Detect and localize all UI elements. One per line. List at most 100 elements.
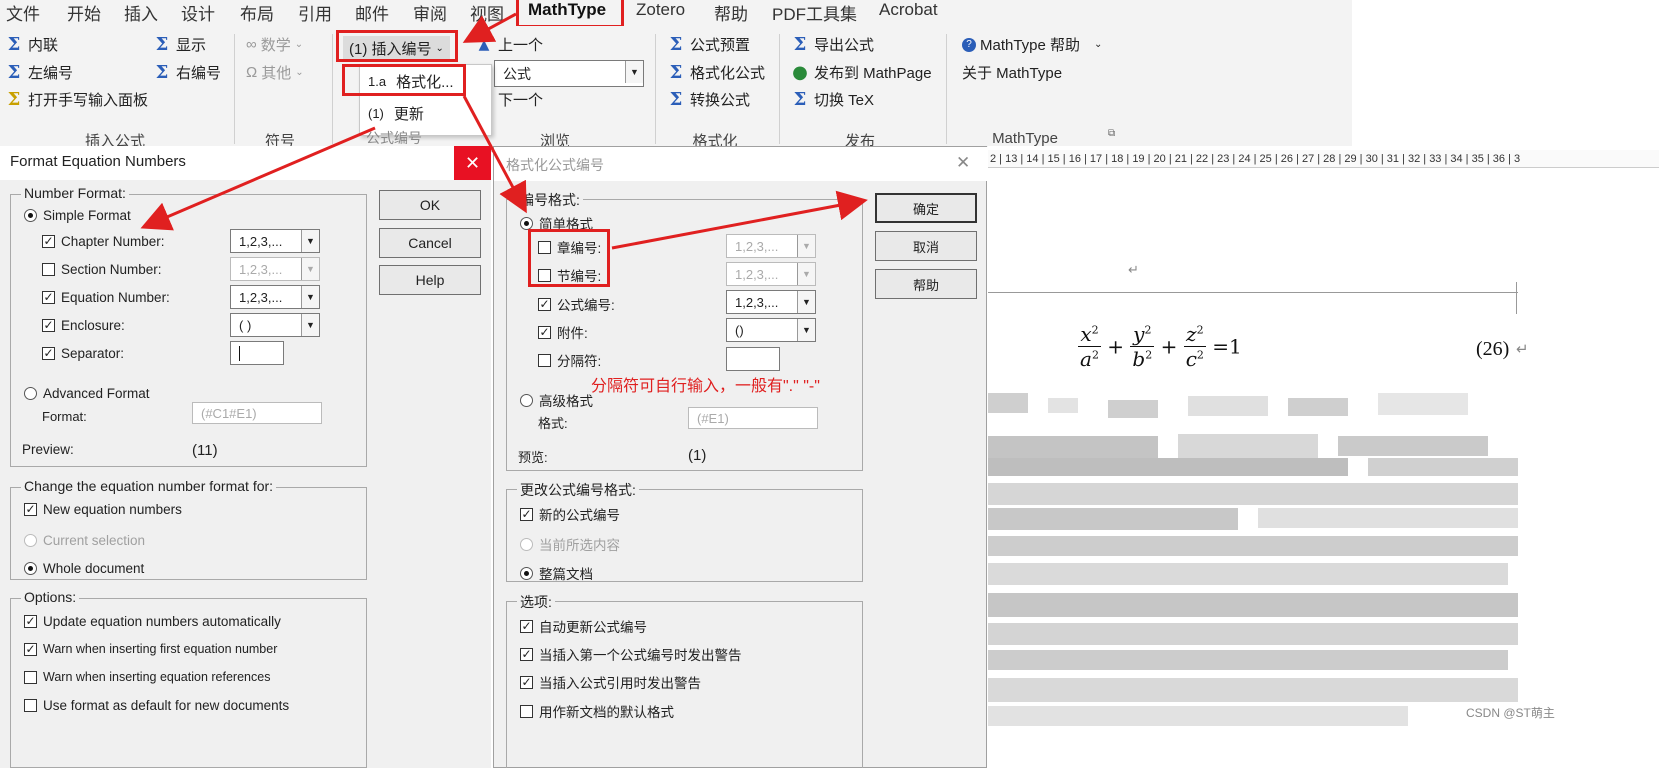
equation-number-select[interactable]: 1,2,3,... ▼ (230, 285, 320, 309)
whole-document-radio[interactable]: 整篇文档 (520, 563, 593, 583)
auto-update-checkbox[interactable]: ✓ 自动更新公式编号 (520, 616, 647, 636)
publish-mathpage-button[interactable]: ● 发布到 MathPage (790, 62, 931, 83)
handwriting-button[interactable]: Σ 打开手写输入面板 (4, 89, 148, 110)
enclosure-checkbox[interactable]: ✓ 附件: (538, 322, 588, 342)
presets-button[interactable]: Σ 公式预置 (666, 34, 750, 55)
equation-number-checkbox[interactable]: ✓ 公式编号: (538, 294, 615, 314)
advanced-format-radio[interactable]: 高级格式 (520, 390, 593, 410)
format-label: Format: (42, 409, 87, 424)
horizontal-ruler[interactable]: 2 | 13 | 14 | 15 | 16 | 17 | 18 | 19 | 2… (988, 150, 1659, 168)
tab-acrobat[interactable]: Acrobat (879, 0, 938, 20)
advanced-format-radio[interactable]: Advanced Format (24, 386, 150, 401)
margin-marker (1516, 282, 1517, 314)
mathtype-help-button[interactable]: ? MathType 帮助 ⌄ (962, 34, 1102, 55)
highlight-insert-number (336, 30, 458, 62)
cancel-button[interactable]: Cancel (379, 228, 481, 258)
other-symbols-button[interactable]: Ω 其他 ⌄ (246, 62, 304, 83)
tab-mailings[interactable]: 邮件 (355, 0, 389, 25)
tab-view[interactable]: 视图 (470, 0, 504, 25)
equation-number-select[interactable]: 1,2,3,... ▼ (726, 290, 816, 314)
tab-pdf-tools[interactable]: PDF工具集 (772, 0, 857, 25)
warn-first-checkbox[interactable]: ✓ 当插入第一个公式编号时发出警告 (520, 644, 742, 664)
highlight-mathtype-tab (516, 0, 624, 28)
tab-file[interactable]: 文件 (6, 0, 40, 25)
chapter-number-select[interactable]: 1,2,3,... ▼ (230, 229, 320, 253)
previous-button[interactable]: ▲ 上一个 (474, 34, 543, 55)
paragraph-mark: ↵ (1128, 262, 1139, 277)
tab-layout[interactable]: 布局 (240, 0, 274, 25)
format-equations-button[interactable]: Σ 格式化公式 (666, 62, 765, 83)
tab-home[interactable]: 开始 (67, 0, 101, 25)
math-symbols-button[interactable]: ∞ 数学 ⌄ (246, 34, 303, 55)
sigma-icon: Σ (155, 34, 169, 55)
convert-equations-button[interactable]: Σ 转换公式 (666, 89, 750, 110)
current-selection-radio[interactable]: Current selection (24, 533, 145, 548)
enclosure-select[interactable]: ( ) ▼ (230, 313, 320, 337)
whole-document-radio[interactable]: Whole document (24, 561, 144, 576)
dialog-launcher-icon[interactable]: ⧉ (1108, 128, 1115, 139)
close-icon[interactable]: ✕ (454, 146, 491, 180)
new-numbers-checkbox[interactable]: ✓ 新的公式编号 (520, 504, 620, 524)
tab-references[interactable]: 引用 (298, 0, 332, 25)
section-number-select[interactable]: 1,2,3,... ▼ (726, 262, 816, 286)
sigma-right-icon: Σ (155, 62, 169, 83)
auto-update-checkbox[interactable]: ✓ Update equation numbers automatically (24, 614, 281, 629)
infinity-icon: ∞ (246, 36, 257, 53)
tab-review[interactable]: 审阅 (413, 0, 447, 25)
help-button[interactable]: Help (379, 265, 481, 295)
tab-zotero[interactable]: Zotero (636, 0, 685, 20)
new-numbers-checkbox[interactable]: ✓ New equation numbers (24, 502, 182, 517)
warn-refs-checkbox[interactable]: ✓ 当插入公式引用时发出警告 (520, 672, 701, 692)
preview-value: (11) (192, 442, 218, 459)
enclosure-select[interactable]: () ▼ (726, 318, 816, 342)
highlight-format-menu-item (342, 64, 466, 96)
mosaic-blurred-text (988, 393, 1518, 726)
tab-insert[interactable]: 插入 (124, 0, 158, 25)
ok-button[interactable]: 确定 (875, 193, 977, 223)
tab-design[interactable]: 设计 (181, 0, 215, 25)
options-label: 选项: (517, 592, 555, 612)
equation-ellipsoid[interactable]: x2 a2 + y2 b2 + z2 c2 =1 (1078, 322, 1242, 371)
group-divider (779, 34, 780, 144)
chapter-number-checkbox[interactable]: ✓ Chapter Number: (42, 234, 165, 249)
separator-checkbox[interactable]: ✓ Separator: (42, 346, 124, 361)
toggle-tex-button[interactable]: Σ 切换 TeX (790, 89, 874, 110)
separator-checkbox[interactable]: 分隔符: (538, 350, 601, 370)
format-equation-numbers-dialog-en: Format Equation Numbers ✕ Number Format:… (0, 146, 491, 768)
tab-help[interactable]: 帮助 (714, 0, 748, 25)
omega-icon: Ω (246, 64, 258, 81)
default-format-checkbox[interactable]: Use format as default for new documents (24, 698, 289, 713)
enclosure-checkbox[interactable]: ✓ Enclosure: (42, 318, 125, 333)
inline-button[interactable]: Σ 内联 (4, 34, 58, 55)
sigma-left-icon: Σ (7, 62, 21, 83)
export-equations-button[interactable]: Σ 导出公式 (790, 34, 874, 55)
display-button[interactable]: Σ 显示 (152, 34, 206, 55)
browse-type-select[interactable]: 公式 ▼ (494, 60, 644, 87)
section-number-select[interactable]: 1,2,3,... ▼ (230, 257, 320, 281)
separator-input[interactable] (230, 341, 284, 365)
left-numbered-button[interactable]: Σ 左编号 (4, 62, 73, 83)
simple-format-radio[interactable]: Simple Format (24, 208, 131, 223)
advanced-format-input[interactable]: (#C1#E1) (192, 402, 322, 424)
cancel-button[interactable]: 取消 (875, 231, 977, 261)
separator-input[interactable] (726, 347, 780, 371)
close-icon[interactable]: ✕ (956, 153, 970, 173)
help-button[interactable]: 帮助 (875, 269, 977, 299)
chevron-down-icon[interactable]: ▼ (625, 61, 643, 83)
advanced-format-input[interactable]: (#E1) (688, 407, 818, 429)
section-number-checkbox[interactable]: Section Number: (42, 262, 162, 277)
default-format-checkbox[interactable]: 用作新文档的默认格式 (520, 701, 674, 721)
about-mathtype-button[interactable]: 关于 MathType (962, 62, 1062, 83)
preview-label: 预览: (518, 450, 548, 465)
current-selection-radio[interactable]: 当前所选内容 (520, 534, 620, 554)
preview-value: (1) (688, 447, 707, 464)
chapter-number-select[interactable]: 1,2,3,... ▼ (726, 234, 816, 258)
warn-first-checkbox[interactable]: ✓ Warn when inserting first equation numb… (24, 642, 277, 656)
tex-icon: Σ (793, 89, 807, 110)
ok-button[interactable]: OK (379, 190, 481, 220)
globe-icon: ● (792, 62, 808, 83)
right-numbered-button[interactable]: Σ 右编号 (152, 62, 221, 83)
equation-number-checkbox[interactable]: ✓ Equation Number: (42, 290, 170, 305)
warn-refs-checkbox[interactable]: Warn when inserting equation references (24, 670, 270, 684)
menu-item-update[interactable]: (1) 更新 (368, 103, 424, 124)
